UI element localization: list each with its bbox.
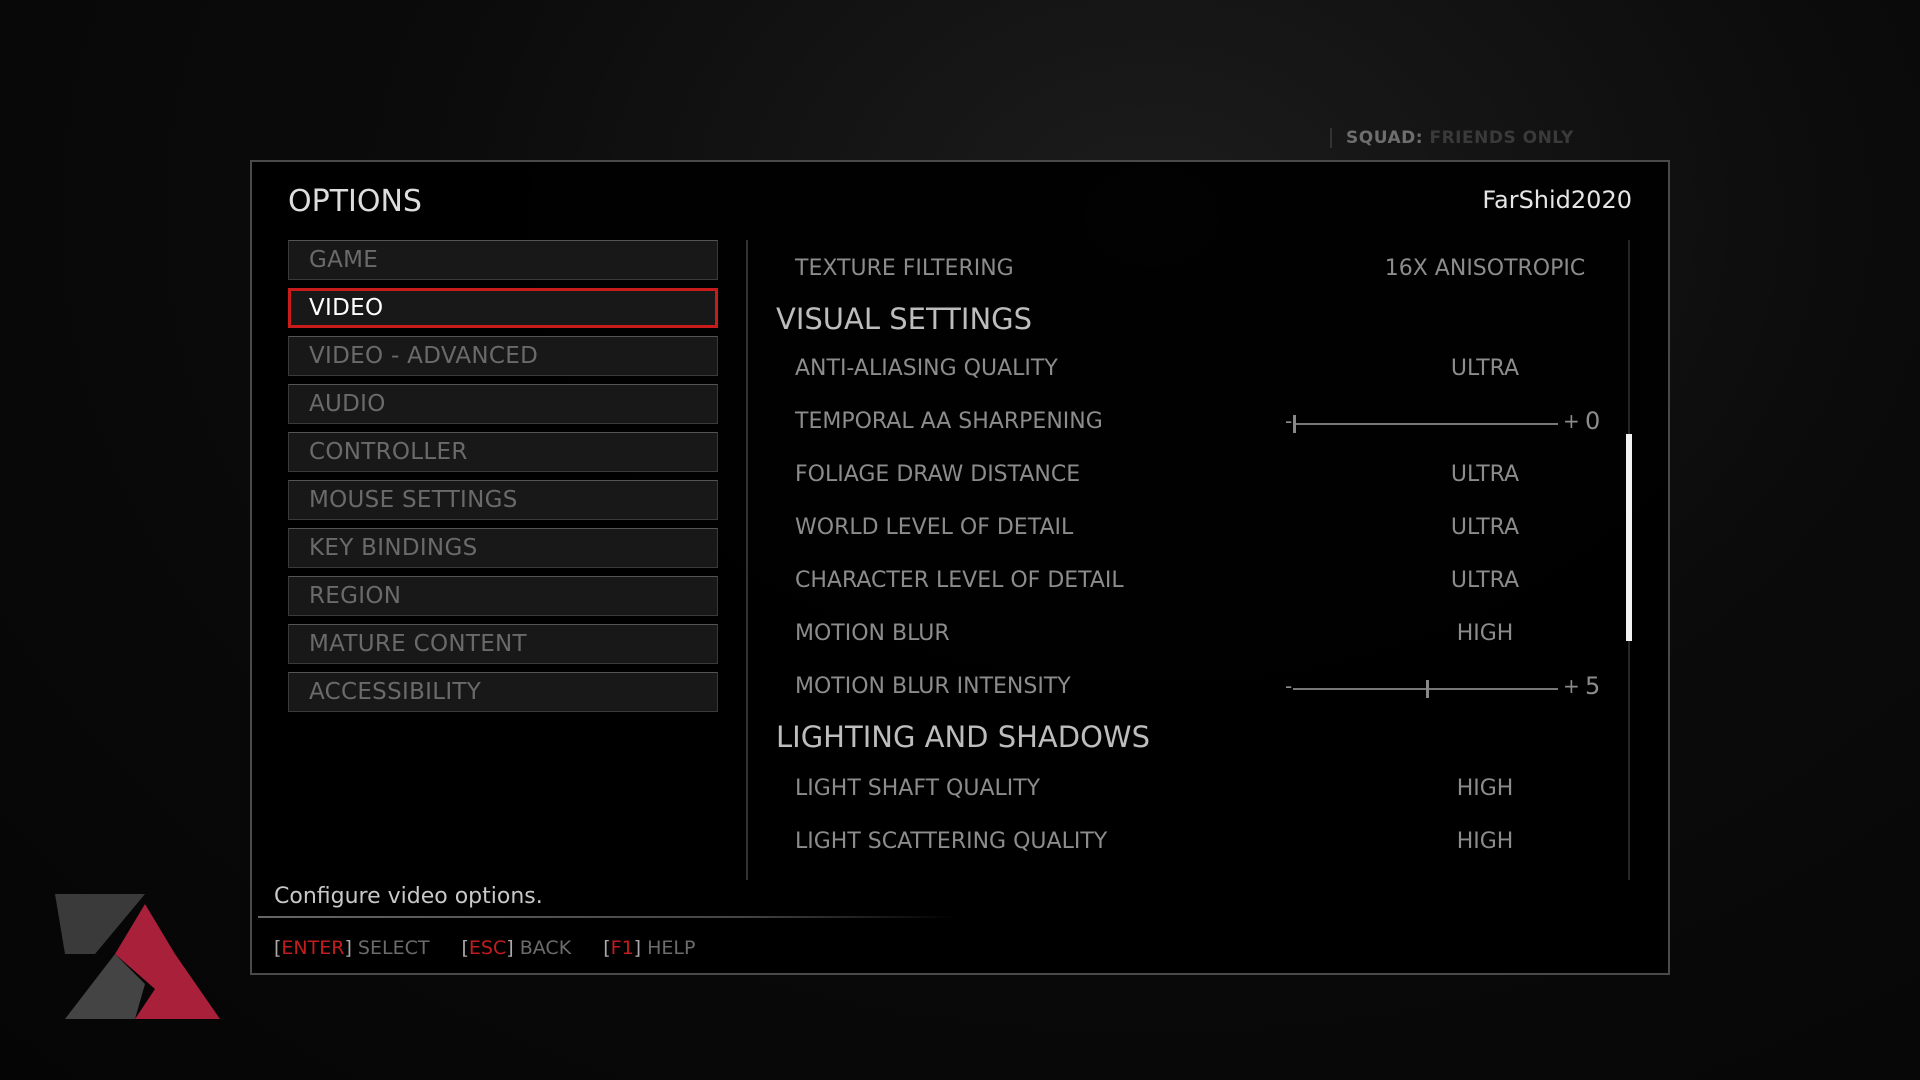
options-panel: OPTIONS FarShid2020 GAME VIDEO VIDEO - A… bbox=[250, 160, 1670, 975]
divider bbox=[258, 916, 958, 918]
menu-item-video-advanced[interactable]: VIDEO - ADVANCED bbox=[288, 336, 718, 376]
watermark-logo-icon bbox=[55, 894, 220, 1019]
hint-key: ESC bbox=[468, 937, 507, 959]
footer-hints: [ENTER] SELECT [ESC] BACK [F1] HELP bbox=[274, 937, 721, 959]
slider-plus[interactable]: + bbox=[1563, 409, 1580, 433]
slider-handle[interactable] bbox=[1293, 415, 1296, 433]
menu-item-audio[interactable]: AUDIO bbox=[288, 384, 718, 424]
setting-foliage[interactable]: FOLIAGE DRAW DISTANCE ULTRA bbox=[795, 462, 1595, 496]
menu-item-game[interactable]: GAME bbox=[288, 240, 718, 280]
setting-value[interactable]: HIGH bbox=[1315, 829, 1655, 854]
hint-action: BACK bbox=[519, 937, 572, 959]
setting-value[interactable]: ULTRA bbox=[1315, 462, 1655, 487]
setting-label: LIGHT SCATTERING QUALITY bbox=[795, 829, 1108, 854]
slider-minus[interactable]: - bbox=[1285, 409, 1292, 433]
setting-texture-filtering[interactable]: TEXTURE FILTERING 16X ANISOTROPIC bbox=[795, 256, 1595, 290]
hint-action: HELP bbox=[647, 937, 696, 959]
slider-track[interactable] bbox=[1293, 423, 1558, 425]
setting-world-lod[interactable]: WORLD LEVEL OF DETAIL ULTRA bbox=[795, 515, 1595, 549]
hint-esc[interactable]: [ESC] BACK bbox=[462, 937, 572, 959]
options-menu: GAME VIDEO VIDEO - ADVANCED AUDIO CONTRO… bbox=[288, 240, 718, 720]
setting-aa-quality[interactable]: ANTI-ALIASING QUALITY ULTRA bbox=[795, 356, 1595, 390]
setting-motion-blur[interactable]: MOTION BLUR HIGH bbox=[795, 621, 1595, 655]
setting-label: TEXTURE FILTERING bbox=[795, 256, 1014, 281]
menu-item-mature-content[interactable]: MATURE CONTENT bbox=[288, 624, 718, 664]
page-title: OPTIONS bbox=[288, 184, 422, 219]
setting-label: MOTION BLUR INTENSITY bbox=[795, 674, 1071, 699]
hint-key: ENTER bbox=[281, 937, 345, 959]
setting-light-shaft[interactable]: LIGHT SHAFT QUALITY HIGH bbox=[795, 776, 1595, 810]
slider-minus[interactable]: - bbox=[1285, 674, 1292, 698]
divider bbox=[746, 240, 748, 880]
temporal-aa-slider[interactable]: - +0 bbox=[1285, 407, 1625, 439]
slider-plus[interactable]: + bbox=[1563, 674, 1580, 698]
hint-action: SELECT bbox=[357, 937, 430, 959]
motion-blur-intensity-slider[interactable]: - +5 bbox=[1285, 672, 1625, 704]
setting-temporal-aa[interactable]: TEMPORAL AA SHARPENING - +0 bbox=[795, 407, 1600, 443]
username: FarShid2020 bbox=[1482, 186, 1632, 214]
menu-item-controller[interactable]: CONTROLLER bbox=[288, 432, 718, 472]
squad-label: SQUAD: bbox=[1346, 128, 1424, 148]
hint-f1[interactable]: [F1] HELP bbox=[603, 937, 695, 959]
setting-label: WORLD LEVEL OF DETAIL bbox=[795, 515, 1074, 540]
setting-label: CHARACTER LEVEL OF DETAIL bbox=[795, 568, 1124, 593]
menu-item-key-bindings[interactable]: KEY BINDINGS bbox=[288, 528, 718, 568]
slider-value: 5 bbox=[1585, 672, 1601, 700]
setting-value[interactable]: ULTRA bbox=[1315, 515, 1655, 540]
slider-value: 0 bbox=[1585, 407, 1601, 435]
squad-value: FRIENDS ONLY bbox=[1429, 128, 1574, 148]
setting-value[interactable]: HIGH bbox=[1315, 621, 1655, 646]
setting-value[interactable]: 16X ANISOTROPIC bbox=[1315, 256, 1655, 281]
setting-label: ANTI-ALIASING QUALITY bbox=[795, 356, 1058, 381]
menu-item-region[interactable]: REGION bbox=[288, 576, 718, 616]
setting-label: FOLIAGE DRAW DISTANCE bbox=[795, 462, 1081, 487]
setting-light-scattering[interactable]: LIGHT SCATTERING QUALITY HIGH bbox=[795, 829, 1595, 863]
setting-label: MOTION BLUR bbox=[795, 621, 950, 646]
menu-item-mouse-settings[interactable]: MOUSE SETTINGS bbox=[288, 480, 718, 520]
slider-handle[interactable] bbox=[1425, 680, 1429, 698]
setting-motion-blur-intensity[interactable]: MOTION BLUR INTENSITY - +5 bbox=[795, 672, 1600, 708]
menu-item-accessibility[interactable]: ACCESSIBILITY bbox=[288, 672, 718, 712]
setting-label: LIGHT SHAFT QUALITY bbox=[795, 776, 1041, 801]
hint-enter[interactable]: [ENTER] SELECT bbox=[274, 937, 429, 959]
setting-value[interactable]: ULTRA bbox=[1315, 356, 1655, 381]
section-lighting-and-shadows: LIGHTING AND SHADOWS bbox=[776, 720, 1151, 754]
section-visual-settings: VISUAL SETTINGS bbox=[776, 302, 1033, 336]
menu-item-video[interactable]: VIDEO bbox=[288, 288, 718, 328]
setting-label: TEMPORAL AA SHARPENING bbox=[795, 409, 1103, 434]
setting-character-lod[interactable]: CHARACTER LEVEL OF DETAIL ULTRA bbox=[795, 568, 1595, 602]
hint-key: F1 bbox=[610, 937, 634, 959]
description: Configure video options. bbox=[274, 884, 543, 909]
setting-value[interactable]: HIGH bbox=[1315, 776, 1655, 801]
squad-status: SQUAD: FRIENDS ONLY bbox=[1330, 128, 1574, 148]
setting-value[interactable]: ULTRA bbox=[1315, 568, 1655, 593]
